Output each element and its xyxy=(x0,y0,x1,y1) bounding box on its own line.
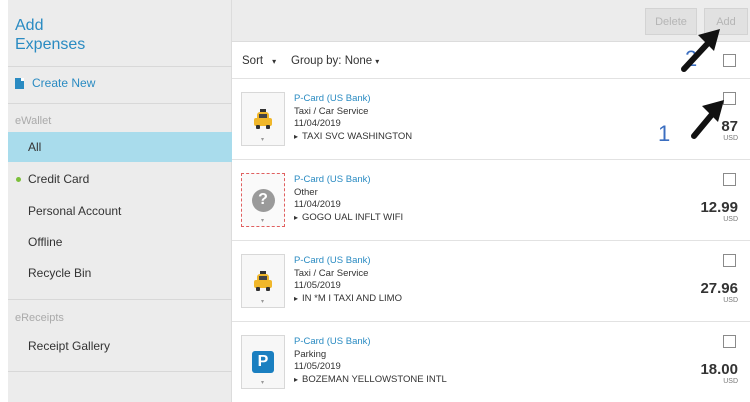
sort-label: Sort xyxy=(242,55,264,67)
sidebar-item-credit-card[interactable]: Credit Card xyxy=(8,164,232,194)
expense-type: Taxi / Car Service xyxy=(294,105,369,117)
merchant-name[interactable]: TAXI SVC WASHINGTON xyxy=(294,131,412,144)
group-by-label: Group by: None xyxy=(291,55,373,67)
payment-type: P-Card (US Bank) xyxy=(294,174,371,185)
annotation-label-1: 1 xyxy=(658,121,671,146)
receipt-thumbnail[interactable]: ▾ xyxy=(241,254,285,308)
payment-type: P-Card (US Bank) xyxy=(294,336,371,347)
taxi-icon xyxy=(253,109,273,129)
sidebar-item-label: Personal Account xyxy=(28,204,122,218)
merchant-name[interactable]: IN *M I TAXI AND LIMO xyxy=(294,293,402,306)
expense-amount: 18.00 xyxy=(700,361,738,378)
sidebar: Add Expenses Create New eWallet All Cred… xyxy=(8,0,232,402)
sidebar-item-label: Receipt Gallery xyxy=(28,339,111,353)
chevron-down-icon: ▾ xyxy=(272,57,277,66)
merchant-name[interactable]: GOGO UAL INFLT WIFI xyxy=(294,212,403,225)
status-dot-icon xyxy=(16,176,21,182)
row-checkbox[interactable] xyxy=(723,173,736,186)
divider xyxy=(8,103,232,104)
receipt-thumbnail[interactable]: ▾ xyxy=(241,92,285,146)
expense-details: P-Card (US Bank) Parking 11/05/2019 BOZE… xyxy=(294,336,447,386)
group-by-dropdown[interactable]: Group by: None ▾ xyxy=(291,55,379,67)
section-label-ereceipts: eReceipts xyxy=(15,312,64,324)
sort-dropdown[interactable]: Sort ▾ xyxy=(242,55,276,67)
sidebar-item-label: All xyxy=(28,140,42,154)
create-new-link[interactable]: Create New xyxy=(15,76,95,90)
divider xyxy=(8,299,232,300)
sidebar-item-all[interactable]: All xyxy=(8,132,232,162)
expense-type: Other xyxy=(294,186,318,198)
expense-currency: USD xyxy=(723,378,738,385)
row-checkbox[interactable] xyxy=(723,335,736,348)
expense-details: P-Card (US Bank) Other 11/04/2019 GOGO U… xyxy=(294,174,403,224)
chevron-down-icon: ▾ xyxy=(261,299,265,305)
sidebar-item-receipt-gallery[interactable]: Receipt Gallery xyxy=(8,331,232,361)
section-label-ewallet: eWallet xyxy=(15,115,52,127)
expense-details: P-Card (US Bank) Taxi / Car Service 11/0… xyxy=(294,255,402,305)
expense-amount: 27.96 xyxy=(700,280,738,297)
chevron-down-icon: ▾ xyxy=(375,57,380,66)
chevron-down-icon: ▾ xyxy=(261,380,265,386)
page-title-line1: Add xyxy=(15,17,44,34)
annotation-arrow-icon xyxy=(691,100,724,139)
sidebar-item-label: Offline xyxy=(28,235,63,249)
sidebar-item-recycle-bin[interactable]: Recycle Bin xyxy=(8,258,232,288)
list-toolbar: Sort ▾ Group by: None ▾ xyxy=(232,43,750,79)
expense-type: Parking xyxy=(294,348,327,360)
chevron-down-icon: ▾ xyxy=(261,218,265,224)
expense-row[interactable]: ▾ P-Card (US Bank) Taxi / Car Service 11… xyxy=(232,242,750,322)
main-panel: Delete Add Sort ▾ Group by: None ▾ ▾ P-Car… xyxy=(232,0,750,402)
divider xyxy=(8,66,232,67)
annotation-arrow-icon xyxy=(681,29,720,72)
sidebar-item-label: Recycle Bin xyxy=(28,266,92,280)
expense-row[interactable]: P ▾ P-Card (US Bank) Parking 11/05/2019 … xyxy=(232,323,750,402)
sidebar-item-label: Credit Card xyxy=(28,172,90,186)
expense-date: 11/05/2019 xyxy=(294,361,341,372)
payment-type: P-Card (US Bank) xyxy=(294,255,371,266)
expense-type: Taxi / Car Service xyxy=(294,267,369,279)
sidebar-item-personal-account[interactable]: Personal Account xyxy=(8,196,232,226)
expense-date: 11/04/2019 xyxy=(294,199,341,210)
receipt-thumbnail[interactable]: P ▾ xyxy=(241,335,285,389)
expense-row[interactable]: ▾ P-Card (US Bank) Taxi / Car Service 11… xyxy=(232,80,750,160)
document-icon xyxy=(15,77,24,89)
question-icon: ? xyxy=(251,188,275,212)
create-new-label: Create New xyxy=(32,76,96,90)
merchant-name[interactable]: BOZEMAN YELLOWSTONE INTL xyxy=(294,374,447,387)
expense-date: 11/05/2019 xyxy=(294,280,341,291)
divider xyxy=(8,371,232,372)
chevron-down-icon: ▾ xyxy=(261,137,265,143)
receipt-thumbnail[interactable]: ? ▾ xyxy=(241,173,285,227)
expense-currency: USD xyxy=(723,297,738,304)
row-checkbox[interactable] xyxy=(723,254,736,267)
payment-type: P-Card (US Bank) xyxy=(294,93,371,104)
expense-date: 11/04/2019 xyxy=(294,118,341,129)
taxi-icon xyxy=(253,271,273,291)
page-title-line2: Expenses xyxy=(15,36,86,53)
sidebar-item-offline[interactable]: Offline xyxy=(8,227,232,257)
expense-currency: USD xyxy=(723,216,738,223)
expense-details: P-Card (US Bank) Taxi / Car Service 11/0… xyxy=(294,93,412,143)
expense-amount: 12.99 xyxy=(700,199,738,216)
action-bar: Delete Add xyxy=(232,0,750,42)
page-title: Add Expenses xyxy=(15,16,225,54)
expense-row[interactable]: ? ▾ P-Card (US Bank) Other 11/04/2019 GO… xyxy=(232,161,750,241)
parking-icon: P xyxy=(252,351,274,373)
